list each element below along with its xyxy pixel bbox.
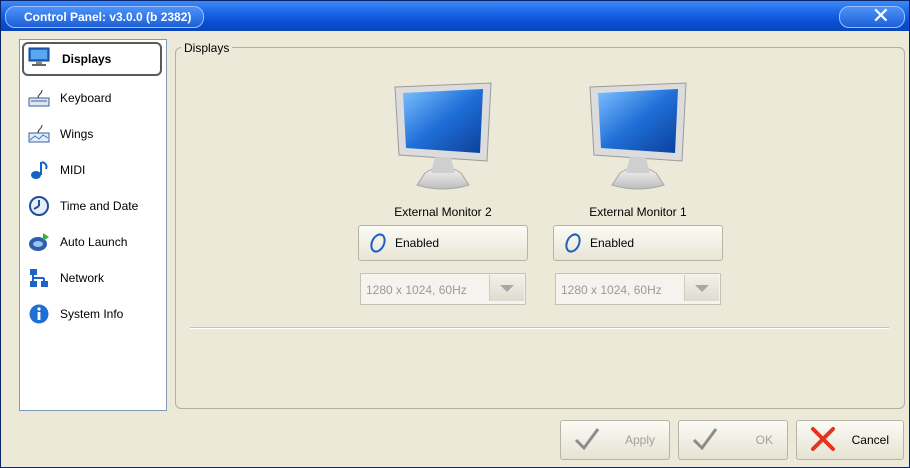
monitor-name: External Monitor 1 bbox=[589, 205, 687, 219]
monitor-icon bbox=[28, 47, 50, 66]
sidebar-item-label: Network bbox=[60, 271, 105, 285]
enabled-status-icon bbox=[370, 233, 386, 253]
resolution-value: 1280 x 1024, 60Hz bbox=[366, 283, 467, 297]
resolution-value: 1280 x 1024, 60Hz bbox=[561, 283, 662, 297]
enable-toggle-button[interactable]: Enabled bbox=[553, 225, 723, 261]
close-icon: ✕ bbox=[871, 3, 890, 28]
monitor-card: External Monitor 1 Enabled 1280 x 1024, … bbox=[553, 81, 723, 311]
sidebar-item-wings[interactable]: Wings bbox=[22, 118, 162, 150]
cancel-label: Cancel bbox=[851, 433, 889, 447]
window-title: Control Panel: v3.0.0 (b 2382) bbox=[5, 6, 205, 28]
keyboard-icon bbox=[28, 89, 50, 107]
checkmark-icon bbox=[574, 428, 600, 451]
sidebar-item-network[interactable]: Network bbox=[22, 262, 162, 294]
cancel-x-icon bbox=[811, 427, 835, 451]
auto-launch-icon bbox=[29, 233, 49, 251]
enabled-status-icon bbox=[565, 233, 581, 253]
sidebar-item-auto-launch[interactable]: Auto Launch bbox=[22, 226, 162, 258]
ok-label: OK bbox=[755, 433, 773, 447]
dropdown-button[interactable] bbox=[684, 275, 719, 301]
sidebar-item-displays[interactable]: Displays bbox=[22, 42, 162, 76]
sidebar-item-label: Time and Date bbox=[60, 199, 139, 213]
sidebar-item-time-and-date[interactable]: Time and Date bbox=[22, 190, 162, 222]
checkmark-icon bbox=[692, 428, 718, 451]
monitor-icon bbox=[394, 82, 492, 190]
resolution-select[interactable]: 1280 x 1024, 60Hz bbox=[360, 273, 526, 305]
clock-icon bbox=[29, 196, 49, 216]
sidebar-item-label: Wings bbox=[60, 127, 94, 141]
sidebar: Displays Keyboard Wings MIDI Time and Da… bbox=[19, 39, 167, 411]
divider bbox=[190, 327, 889, 329]
monitor-icon bbox=[589, 82, 687, 190]
info-icon bbox=[29, 304, 49, 324]
sidebar-item-label: MIDI bbox=[60, 163, 86, 177]
enable-toggle-label: Enabled bbox=[395, 236, 440, 250]
sidebar-item-keyboard[interactable]: Keyboard bbox=[22, 82, 162, 114]
displays-group bbox=[175, 47, 905, 409]
resolution-select[interactable]: 1280 x 1024, 60Hz bbox=[555, 273, 721, 305]
monitor-card: External Monitor 2 Enabled 1280 x 1024, … bbox=[358, 81, 528, 311]
chevron-down-icon bbox=[500, 285, 514, 292]
sidebar-item-label: System Info bbox=[60, 307, 124, 321]
sidebar-item-label: Displays bbox=[62, 52, 112, 66]
cancel-button[interactable]: Cancel bbox=[796, 420, 904, 460]
ok-button[interactable]: OK bbox=[678, 420, 788, 460]
title-bar[interactable]: Control Panel: v3.0.0 (b 2382) ✕ bbox=[1, 1, 909, 31]
enable-toggle-button[interactable]: Enabled bbox=[358, 225, 528, 261]
network-icon bbox=[30, 269, 48, 287]
close-button[interactable]: ✕ bbox=[839, 3, 905, 28]
sidebar-item-midi[interactable]: MIDI bbox=[22, 154, 162, 186]
enable-toggle-label: Enabled bbox=[590, 236, 635, 250]
chevron-down-icon bbox=[695, 285, 709, 292]
sidebar-item-label: Keyboard bbox=[60, 91, 112, 105]
control-panel-window: Control Panel: v3.0.0 (b 2382) ✕ Display… bbox=[0, 0, 910, 468]
midi-note-icon bbox=[31, 161, 48, 179]
dropdown-button[interactable] bbox=[489, 275, 524, 301]
sidebar-item-system-info[interactable]: System Info bbox=[22, 298, 162, 330]
apply-label: Apply bbox=[624, 433, 655, 447]
monitor-name: External Monitor 2 bbox=[394, 205, 492, 219]
wings-icon bbox=[28, 124, 50, 143]
group-title: Displays bbox=[181, 41, 233, 55]
apply-button[interactable]: Apply bbox=[560, 420, 670, 460]
sidebar-item-label: Auto Launch bbox=[60, 235, 128, 249]
